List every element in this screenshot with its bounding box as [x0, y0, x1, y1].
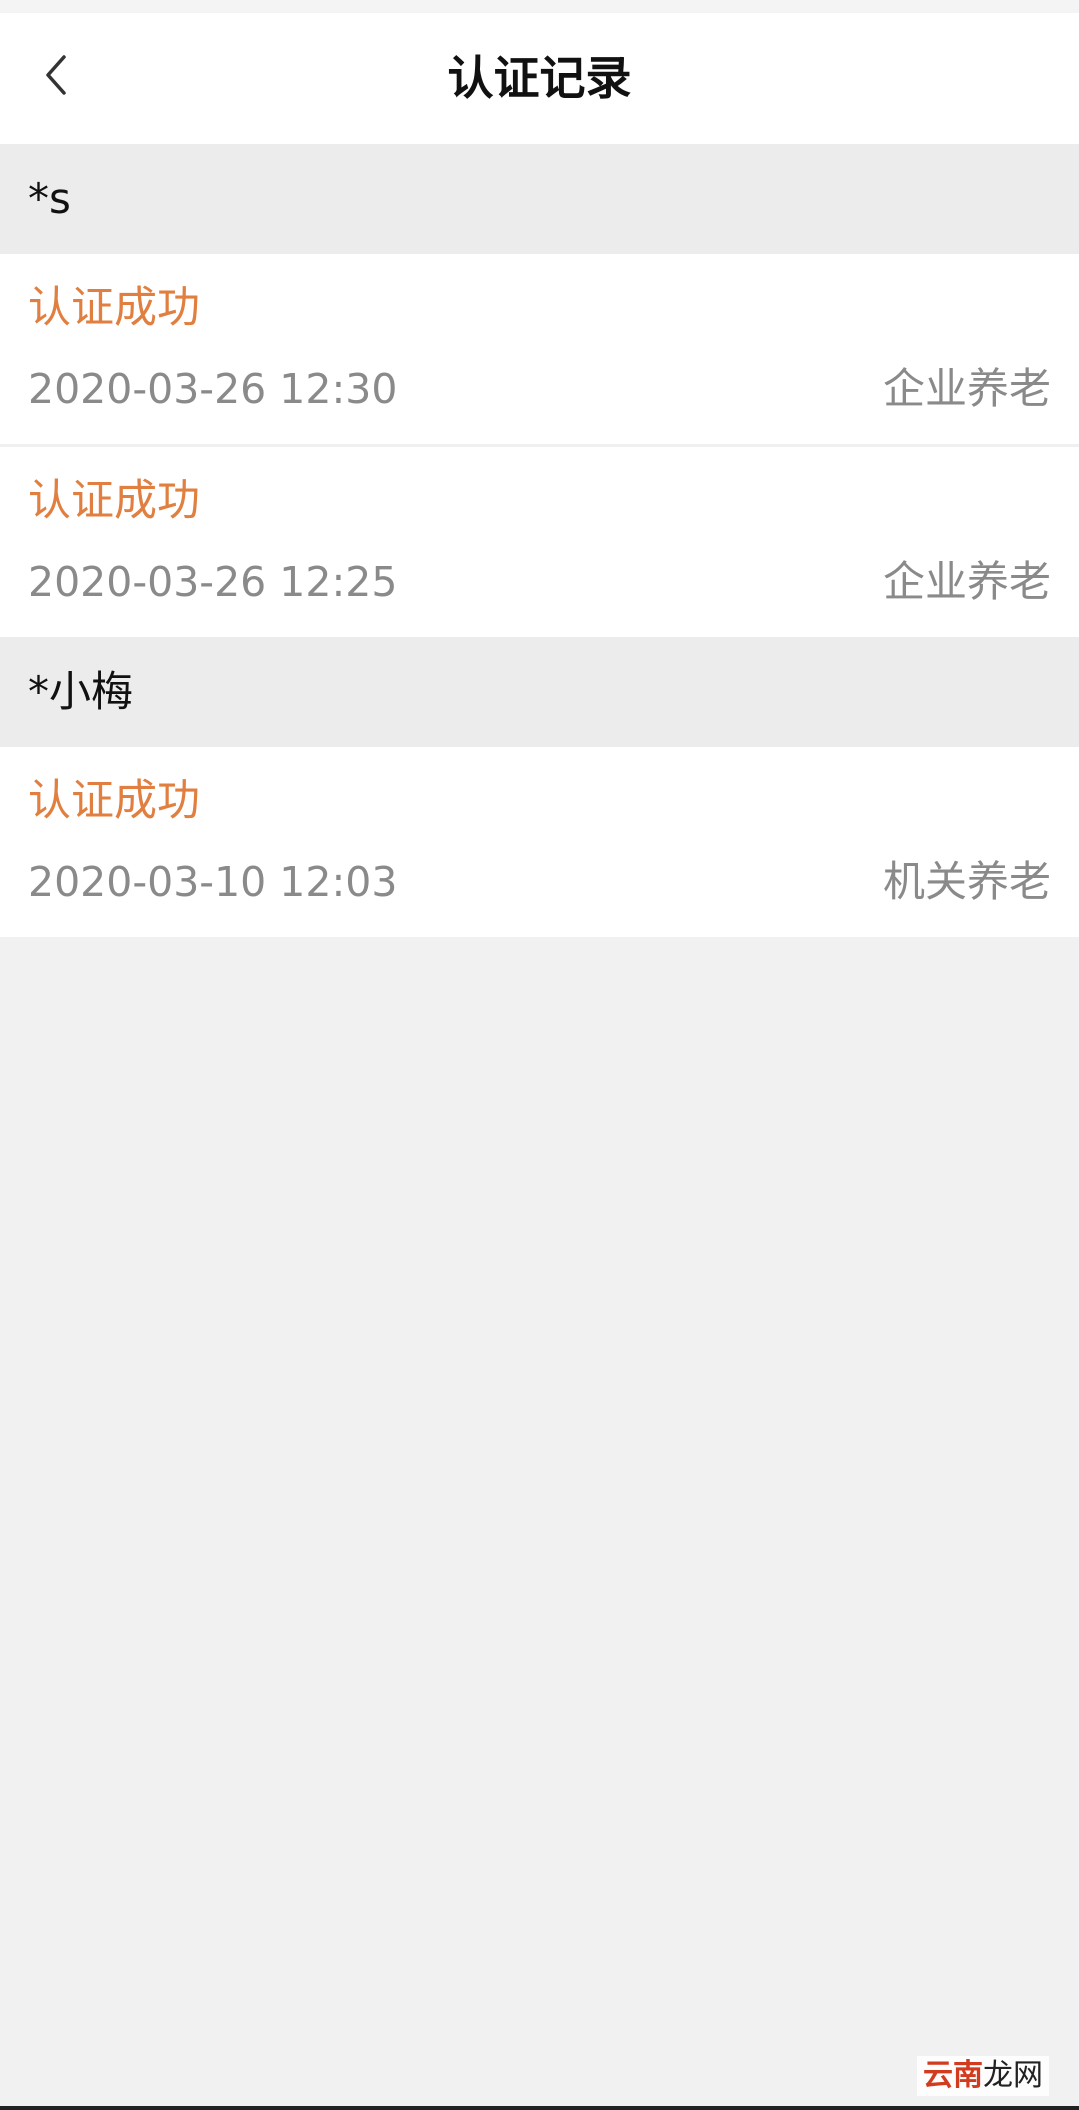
- bottom-divider: [0, 2106, 1079, 2110]
- record-status: 认证成功: [28, 283, 200, 333]
- group-header: *小梅: [0, 637, 1079, 747]
- group-header: *s: [0, 144, 1079, 254]
- record-type: 机关养老: [882, 857, 1051, 906]
- record-item[interactable]: 认证成功 2020-03-10 12:03 机关养老: [0, 747, 1079, 937]
- record-time: 2020-03-10 12:03: [28, 858, 398, 906]
- record-type: 企业养老: [882, 557, 1051, 606]
- record-status: 认证成功: [28, 776, 200, 826]
- group-name: *s: [28, 174, 71, 223]
- record-type: 企业养老: [882, 364, 1051, 413]
- record-item[interactable]: 认证成功 2020-03-26 12:30 企业养老: [0, 254, 1079, 444]
- watermark-part1: 云南: [923, 2058, 983, 2093]
- record-item[interactable]: 认证成功 2020-03-26 12:25 企业养老: [0, 444, 1079, 637]
- record-time: 2020-03-26 12:25: [28, 558, 398, 606]
- watermark-part2: 龙网: [983, 2058, 1043, 2093]
- record-time: 2020-03-26 12:30: [28, 365, 398, 413]
- page-title: 认证记录: [447, 51, 632, 105]
- record-list: *s 认证成功 2020-03-26 12:30 企业养老 认证成功 2020-…: [0, 144, 1079, 937]
- nav-bar: 认证记录: [0, 13, 1079, 144]
- record-status: 认证成功: [28, 476, 200, 526]
- watermark-logo: 云南龙网: [917, 2056, 1049, 2096]
- group-name: *小梅: [28, 667, 134, 716]
- status-bar-strip: [0, 0, 1079, 13]
